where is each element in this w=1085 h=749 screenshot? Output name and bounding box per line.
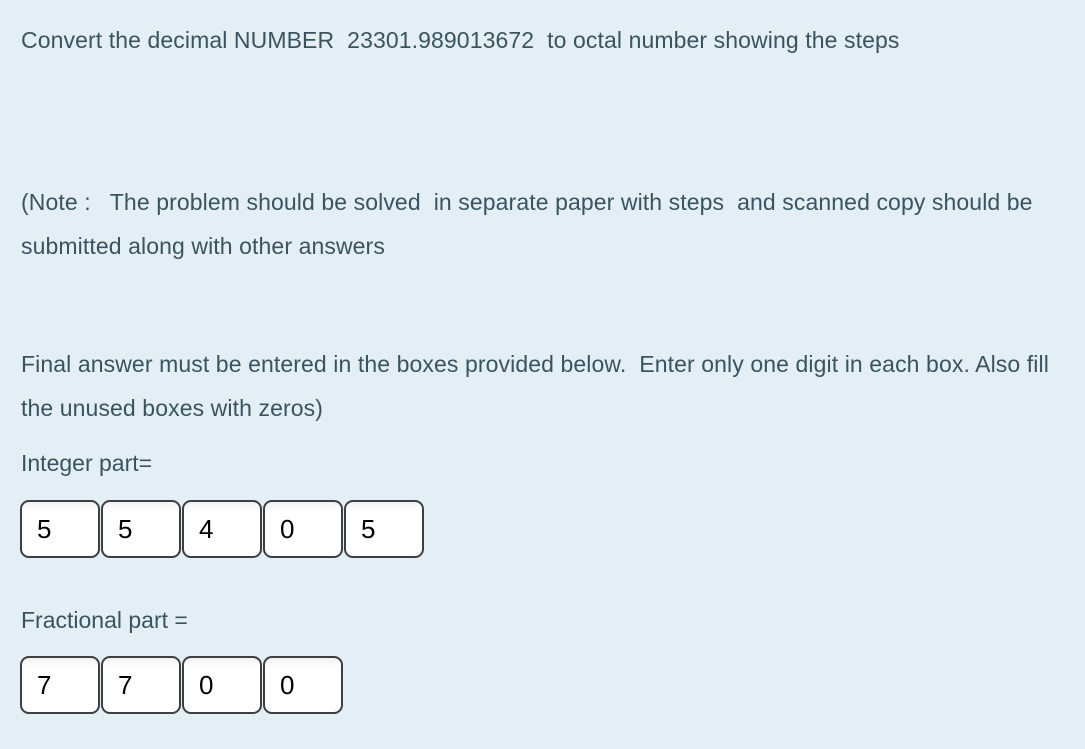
fractional-part-digit-row: 7 7 0 0 [20,656,343,714]
fractional-digit-box-1[interactable]: 7 [20,656,100,714]
fractional-digit-box-4[interactable]: 0 [263,656,343,714]
integer-digit-box-5[interactable]: 5 [344,500,424,558]
instructions-text: Final answer must be entered in the boxe… [21,351,1056,421]
question-prompt: Convert the decimal NUMBER 23301.9890136… [21,27,900,53]
question-page: Convert the decimal NUMBER 23301.9890136… [0,0,1085,749]
fractional-part-label: Fractional part = [21,607,188,633]
integer-digit-box-4[interactable]: 0 [263,500,343,558]
fractional-digit-box-2[interactable]: 7 [101,656,181,714]
integer-part-digit-row: 5 5 4 0 5 [20,500,424,558]
note-text: (Note : The problem should be solved in … [21,189,1040,259]
integer-digit-box-2[interactable]: 5 [101,500,181,558]
integer-digit-box-1[interactable]: 5 [20,500,100,558]
integer-digit-box-3[interactable]: 4 [182,500,262,558]
integer-part-label: Integer part= [21,450,153,476]
fractional-digit-box-3[interactable]: 0 [182,656,262,714]
